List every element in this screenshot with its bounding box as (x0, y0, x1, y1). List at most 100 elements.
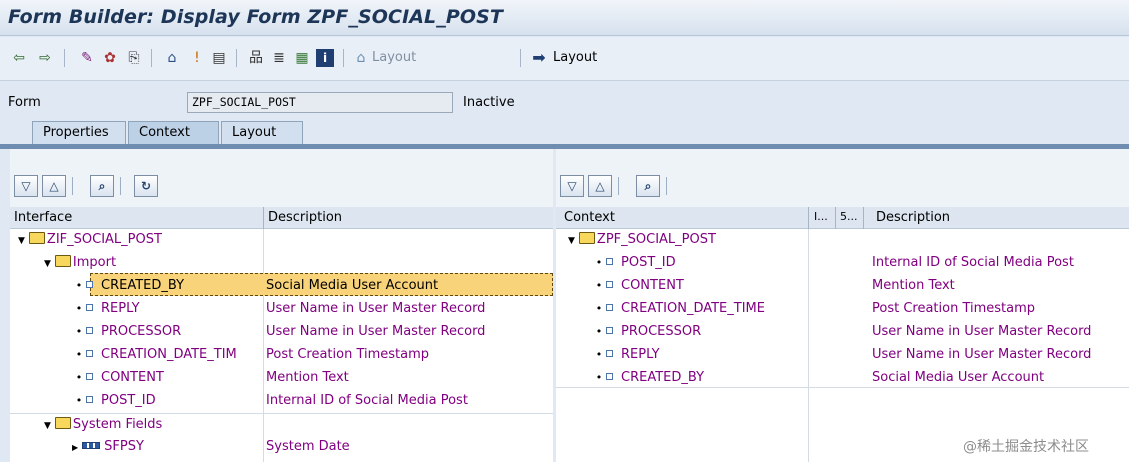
refresh-icon[interactable]: ↻ (134, 175, 158, 197)
back-icon[interactable]: ⇦ (10, 49, 28, 67)
node-description: Post Creation Timestamp (266, 347, 430, 362)
tree-row[interactable]: • PROCESSOR User Name in User Master Reco… (556, 321, 1129, 344)
node-label: ZIF_SOCIAL_POST (46, 232, 162, 247)
title-bar: Form Builder: Display Form ZPF_SOCIAL_PO… (0, 0, 1129, 36)
other-object-icon[interactable]: ✿ (101, 49, 119, 67)
table-icon[interactable]: ▦ (293, 49, 311, 67)
tree-row[interactable]: • REPLY User Name in User Master Record (556, 344, 1129, 367)
form-status: Inactive (463, 95, 515, 110)
watermark: @稀土掘金技术社区 (963, 439, 1089, 455)
column-header-col3[interactable]: 5... (840, 210, 858, 223)
tree-node: • CREATION_DATE_TIM (72, 347, 262, 362)
expanded-icon[interactable]: ▼ (44, 421, 51, 431)
expanded-icon[interactable]: ▼ (18, 236, 25, 246)
column-header-description[interactable]: Description (268, 210, 342, 225)
field-icon (606, 350, 613, 357)
toolbar-separator (236, 49, 237, 67)
structure-icon[interactable]: ≣ (270, 49, 288, 67)
bullet-icon: • (75, 279, 83, 292)
bullet-icon: • (75, 302, 83, 315)
activate-icon[interactable]: ⎘ (125, 49, 143, 67)
context-panel: ▽ △ ⌕ Context I... 5... Description ▼ ZPF… (556, 149, 1129, 462)
tree-node: • POST_ID (72, 393, 262, 408)
field-icon (86, 350, 93, 357)
bullet-icon: • (595, 256, 603, 269)
toolbar-separator (151, 49, 152, 67)
window-title: Form Builder: Display Form ZPF_SOCIAL_PO… (8, 6, 503, 28)
toolbar-separator (343, 49, 344, 67)
tree-row[interactable]: • PROCESSOR User Name in User Master Reco… (10, 321, 553, 344)
expand-all-icon[interactable]: ▽ (14, 175, 38, 197)
tree-row[interactable]: • POST_ID Internal ID of Social Media Pos… (556, 252, 1129, 275)
tree-row[interactable]: • CREATION_DATE_TIME Post Creation Timest… (556, 298, 1129, 321)
forward-icon[interactable]: ⇨ (36, 49, 54, 67)
column-divider (835, 207, 836, 229)
tab-properties[interactable]: Properties (32, 121, 126, 145)
node-label: ZPF_SOCIAL_POST (596, 232, 716, 247)
expanded-icon[interactable]: ▼ (44, 259, 51, 269)
tree-node: • REPLY (592, 347, 660, 362)
tree-node: ▶ SFPSY (72, 439, 262, 454)
node-description: Mention Text (266, 370, 349, 385)
tree-row[interactable]: ▼ ZPF_SOCIAL_POST (556, 229, 1129, 252)
expand-all-icon[interactable]: ▽ (560, 175, 584, 197)
column-header-interface[interactable]: Interface (14, 210, 72, 225)
bullet-icon: • (75, 348, 83, 361)
field-icon (606, 281, 613, 288)
tree-node: ▼ Import (44, 255, 116, 270)
tree-node: ▼ ZPF_SOCIAL_POST (568, 232, 716, 247)
find-icon[interactable]: ⌕ (636, 175, 660, 197)
tree-row[interactable]: • CREATED_BY Social Media User Account (556, 367, 1129, 390)
column-divider (263, 207, 264, 229)
layout-icon[interactable]: ▤ (210, 49, 228, 67)
field-icon (606, 258, 613, 265)
tab-context[interactable]: Context (128, 121, 219, 145)
display-change-icon[interactable]: ✎ (78, 49, 96, 67)
form-icon[interactable]: ⌂ (163, 49, 181, 67)
collapse-all-icon[interactable]: △ (588, 175, 612, 197)
tree-node: ▼ ZIF_SOCIAL_POST (18, 232, 162, 247)
column-header-col2[interactable]: I... (814, 210, 828, 223)
tree-node: • POST_ID (592, 255, 676, 270)
toolbar-separator (72, 177, 73, 195)
tree-node: • CREATION_DATE_TIME (592, 301, 765, 316)
where-used-icon[interactable]: ǃ (188, 49, 206, 67)
navigate-icon[interactable]: ➡ (530, 49, 548, 67)
tree-row[interactable]: ▼ Import (10, 252, 553, 275)
tree-row[interactable]: • REPLY User Name in User Master Record (10, 298, 553, 321)
tree-row[interactable]: ▼ ZIF_SOCIAL_POST (10, 229, 553, 252)
context-panel-toolbar: ▽ △ ⌕ (556, 149, 1129, 207)
application-toolbar: ⇦ ⇨ ✎ ✿ ⎘ ⌂ ǃ ▤ 品 ≣ ▦ i ⌂ Layout ➡ Layou… (0, 37, 1129, 81)
collapse-all-icon[interactable]: △ (42, 175, 66, 197)
node-label: PROCESSOR (101, 324, 182, 339)
layout-button[interactable]: Layout (553, 50, 597, 65)
folder-icon (54, 417, 71, 429)
column-header-description[interactable]: Description (876, 210, 950, 225)
tree-row[interactable]: • CONTENT Mention Text (556, 275, 1129, 298)
hierarchy-icon[interactable]: 品 (247, 49, 265, 67)
field-icon (86, 396, 93, 403)
bullet-icon: • (75, 371, 83, 384)
column-header-context[interactable]: Context (564, 210, 615, 225)
tree-row[interactable]: ▼ System Fields (10, 413, 553, 436)
find-icon[interactable]: ⌕ (90, 175, 114, 197)
node-label: SFPSY (104, 439, 144, 454)
bullet-icon: • (75, 394, 83, 407)
collapsed-icon[interactable]: ▶ (72, 443, 78, 452)
tree-row[interactable]: • CREATION_DATE_TIM Post Creation Timesta… (10, 344, 553, 367)
tree-row[interactable]: • CONTENT Mention Text (10, 367, 553, 390)
tree-node: • CONTENT (592, 278, 684, 293)
tree-row[interactable]: • POST_ID Internal ID of Social Media Pos… (10, 390, 553, 413)
node-description: Social Media User Account (872, 370, 1045, 385)
toolbar-separator (120, 177, 121, 195)
form-name-field[interactable]: ZPF_SOCIAL_POST (187, 92, 453, 113)
tree-node: • CREATED_BY (72, 278, 262, 293)
column-divider (863, 207, 864, 229)
tree-node: • PROCESSOR (72, 324, 262, 339)
toolbar-separator (618, 177, 619, 195)
tree-row[interactable]: • CREATED_BY Social Media User Account (10, 275, 553, 298)
tab-layout[interactable]: Layout (221, 121, 303, 145)
expanded-icon[interactable]: ▼ (568, 236, 575, 246)
info-icon[interactable]: i (316, 49, 334, 67)
tree-row[interactable]: ▶ SFPSY System Date (10, 436, 553, 459)
